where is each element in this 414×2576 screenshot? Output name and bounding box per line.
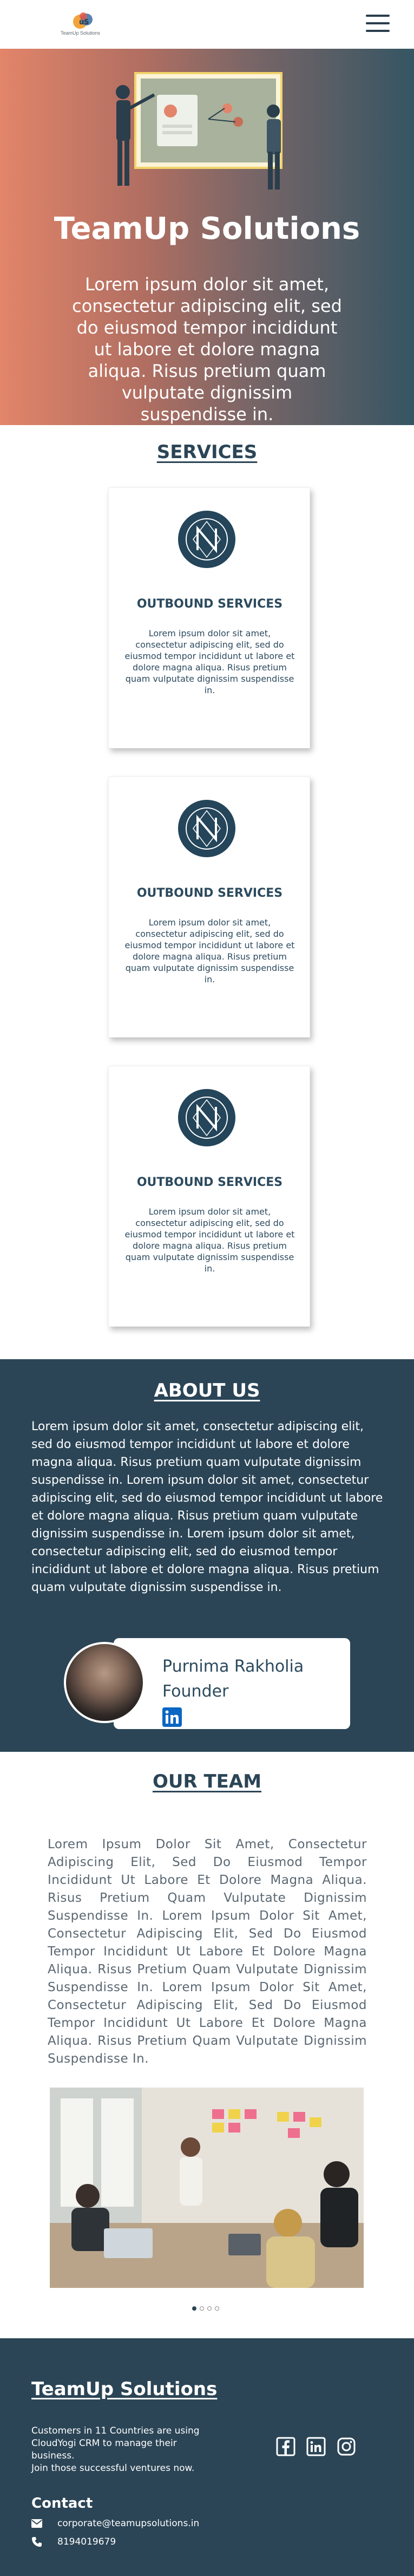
carousel-dot[interactable] — [192, 2306, 196, 2311]
n-logo-icon — [178, 1089, 235, 1146]
about-section: ABOUT US Lorem ipsum dolor sit amet, con… — [0, 1359, 414, 1752]
hamburger-menu-icon[interactable] — [366, 15, 390, 33]
facebook-icon[interactable] — [276, 2437, 295, 2456]
phone-icon — [32, 2537, 42, 2547]
team-meeting-image — [50, 2088, 364, 2288]
founder-name: Purnima Rakholia — [162, 1657, 304, 1676]
n-logo-icon — [178, 511, 235, 568]
carousel-dots — [191, 2305, 224, 2312]
founder-card — [114, 1638, 350, 1729]
linkedin-icon[interactable] — [306, 2437, 326, 2456]
footer: TeamUp Solutions Customers in 11 Countri… — [0, 2338, 414, 2576]
footer-desc-line: Customers in 11 Countries are using Clou… — [31, 2425, 200, 2461]
carousel-dot[interactable] — [200, 2306, 204, 2311]
email-icon — [31, 2519, 42, 2528]
contact-phone-text: 8194019679 — [57, 2536, 116, 2547]
contact-email-text: corporate@teamupsolutions.in — [57, 2518, 200, 2529]
service-card[interactable]: OUTBOUND SERVICES Lorem ipsum dolor sit … — [108, 777, 310, 1038]
services-heading: SERVICES — [156, 441, 258, 463]
service-title: OUTBOUND SERVICES — [136, 597, 283, 611]
service-title: OUTBOUND SERVICES — [136, 1176, 283, 1189]
contact-email[interactable]: corporate@teamupsolutions.in — [31, 2518, 199, 2529]
hero-section: TeamUp Solutions Lorem ipsum dolor sit a… — [0, 49, 414, 425]
carousel-dot[interactable] — [207, 2306, 212, 2311]
service-description: Lorem ipsum dolor sit amet, consectetur … — [124, 917, 295, 984]
contact-phone[interactable]: 8194019679 — [31, 2536, 116, 2547]
hero-description: Lorem ipsum dolor sit amet, consectetur … — [72, 274, 342, 425]
service-title: OUTBOUND SERVICES — [136, 886, 283, 900]
team-description: Lorem Ipsum Dolor Sit Amet, Consectetur … — [48, 1837, 367, 2066]
service-description: Lorem ipsum dolor sit amet, consectetur … — [124, 1207, 295, 1274]
service-description: Lorem ipsum dolor sit amet, consectetur … — [124, 628, 295, 695]
footer-description: Customers in 11 Countries are using Clou… — [31, 2425, 215, 2475]
about-heading: ABOUT US — [154, 1380, 260, 1401]
top-bar: uS TeamUp Solutions — [0, 0, 414, 49]
instagram-icon[interactable] — [337, 2437, 356, 2456]
logo-text: TeamUp Solutions — [61, 30, 101, 36]
carousel-dot[interactable] — [215, 2306, 219, 2311]
svg-text:uS: uS — [79, 18, 89, 27]
service-card[interactable]: OUTBOUND SERVICES Lorem ipsum dolor sit … — [108, 1066, 310, 1327]
founder-role: Founder — [162, 1682, 229, 1701]
service-card[interactable]: OUTBOUND SERVICES Lorem ipsum dolor sit … — [108, 487, 310, 748]
team-photo — [50, 2088, 364, 2288]
contact-heading: Contact — [31, 2495, 93, 2512]
presentation-illustration — [116, 72, 282, 190]
team-heading: OUR TEAM — [152, 1771, 262, 1792]
hero-title: TeamUp Solutions — [54, 211, 360, 246]
linkedin-icon[interactable] — [162, 1707, 182, 1727]
n-logo-icon — [178, 800, 235, 857]
about-description: Lorem ipsum dolor sit amet, consectetur … — [31, 1420, 383, 1594]
founder-avatar — [64, 1642, 145, 1723]
footer-desc-line: Join those successful ventures now. — [31, 2463, 195, 2474]
footer-title[interactable]: TeamUp Solutions — [31, 2378, 217, 2400]
